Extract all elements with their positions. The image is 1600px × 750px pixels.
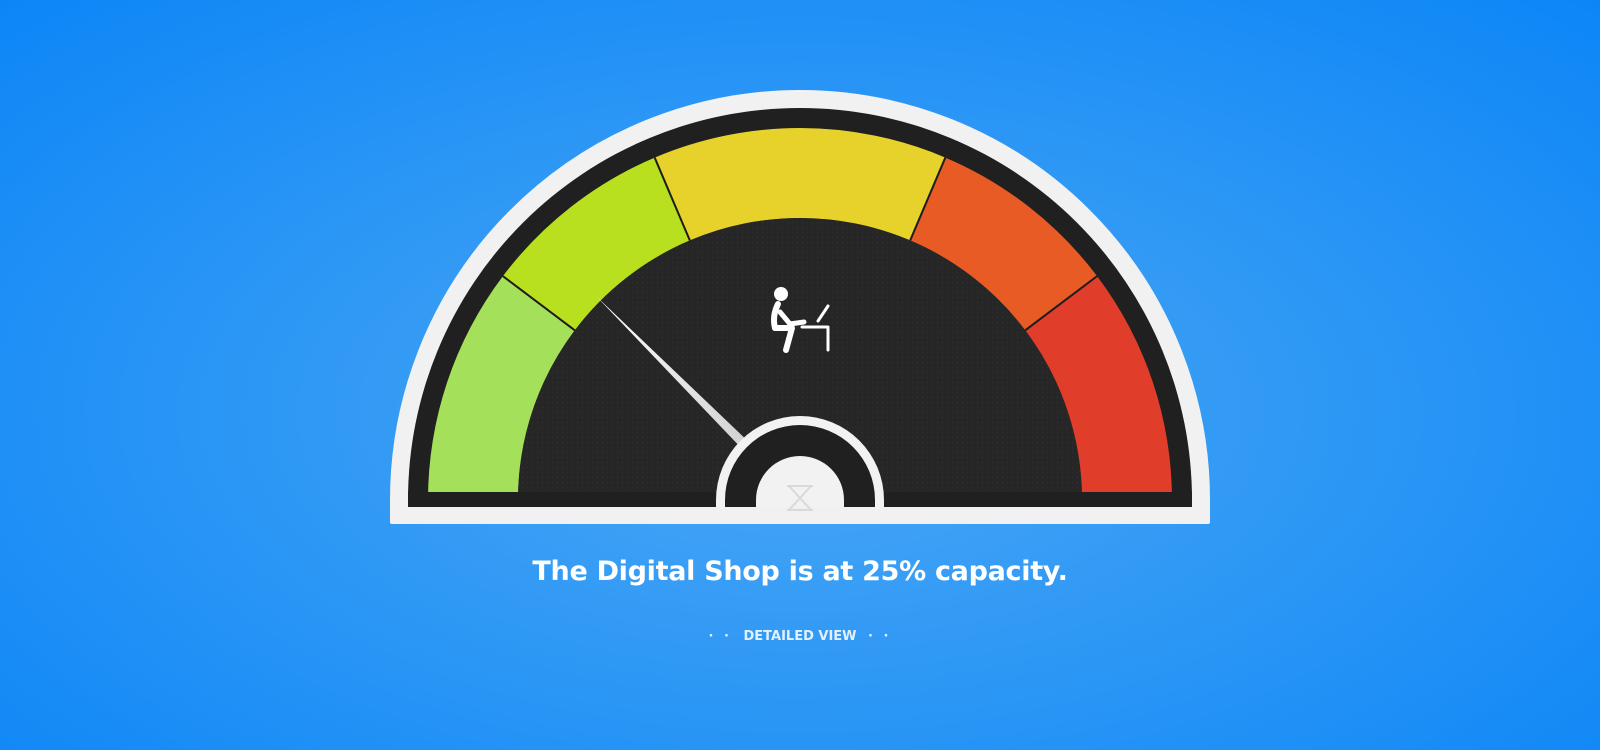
detailed-view-link[interactable]: · · DETAILED VIEW · · — [0, 628, 1600, 646]
status-connector-text: is at — [779, 556, 863, 587]
dots-right-decoration: · · — [860, 629, 892, 644]
detailed-view-label: DETAILED VIEW — [743, 629, 857, 644]
capacity-status-text: The Digital Shop is at 25% capacity. — [0, 552, 1600, 592]
shop-name: The Digital Shop — [532, 556, 780, 587]
capacity-percent: 25% — [862, 556, 926, 587]
capacity-gauge — [390, 90, 1210, 524]
dots-left-decoration: · · — [708, 629, 740, 644]
status-suffix-text: capacity. — [925, 556, 1068, 587]
